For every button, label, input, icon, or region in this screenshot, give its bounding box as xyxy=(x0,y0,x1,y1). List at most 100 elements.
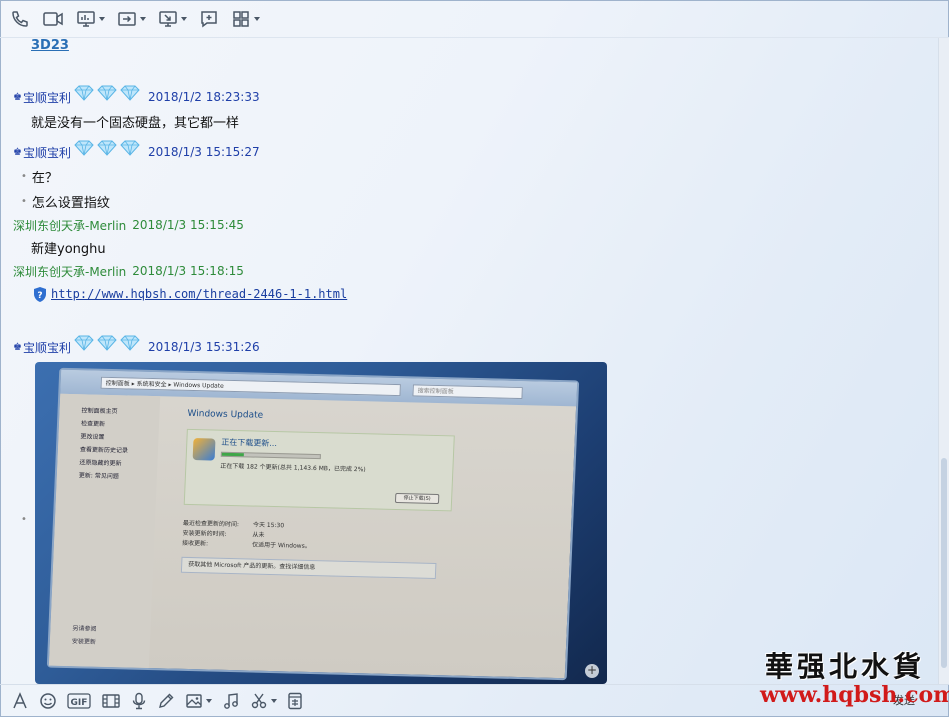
member-badge-icon: ♚ xyxy=(13,341,22,353)
svg-text:GIF: GIF xyxy=(71,698,88,708)
photo-main-pane: Windows Update 正在下载更新... 正在下载 182 个更新(总共… xyxy=(159,396,576,678)
message-header: 深圳东创天承-Merlin 2018/1/3 15:18:15 xyxy=(13,262,244,280)
vip-gems xyxy=(73,85,142,101)
progress-fill xyxy=(221,452,244,457)
send-file-button[interactable] xyxy=(117,6,146,32)
pen-icon xyxy=(159,693,174,708)
watermark-title: 華强北水貨 xyxy=(765,650,926,683)
message-time: 2018/1/3 15:31:26 xyxy=(147,340,260,354)
smiley-icon xyxy=(40,693,56,709)
top-toolbar xyxy=(0,0,949,38)
red-packet-icon xyxy=(288,692,302,710)
image-attachment[interactable]: 控制面板 ▸ 系统和安全 ▸ Windows Update 搜索控制面板 控制面… xyxy=(35,362,607,684)
voice-message-button[interactable] xyxy=(131,692,147,710)
vip-gems xyxy=(73,140,142,156)
font-button[interactable] xyxy=(11,692,29,710)
member-badge-icon: ♚ xyxy=(13,146,22,158)
message-header: ♚ 宝顺宝利 2018/1/2 18:23:33 xyxy=(13,85,260,106)
photo-download-panel: 正在下载更新... 正在下载 182 个更新(总共 1,143.6 MB，已完成… xyxy=(183,428,455,512)
zoom-in-icon[interactable]: + xyxy=(585,664,599,678)
message-link: ? http://www.hqbsh.com/thread-2446-1-1.h… xyxy=(32,284,347,304)
svg-text:?: ? xyxy=(37,291,42,301)
video-call-button[interactable] xyxy=(42,6,64,32)
message-header: ♚ 宝顺宝利 2018/1/3 15:15:27 xyxy=(13,140,260,161)
phone-icon xyxy=(12,10,28,27)
chevron-down-icon xyxy=(254,16,260,21)
watermark-url: www.hqbsh.com xyxy=(760,682,949,708)
message-time: 2018/1/2 18:23:33 xyxy=(147,90,260,104)
emoji-button[interactable] xyxy=(39,692,57,710)
sender-name[interactable]: 宝顺宝利 xyxy=(23,144,71,161)
diamond-icon xyxy=(74,140,94,156)
member-badge-icon: ♚ xyxy=(13,91,22,103)
chevron-down-icon xyxy=(140,16,146,21)
message-time: 2018/1/3 15:18:15 xyxy=(132,264,244,278)
send-image-button[interactable] xyxy=(185,692,212,710)
add-chat-icon xyxy=(201,10,217,27)
diamond-icon xyxy=(120,335,140,351)
chevron-down-icon xyxy=(271,699,277,703)
screenshot-button[interactable] xyxy=(250,692,277,710)
chat-history[interactable]: 3D23 ♚ 宝顺宝利 2018/1/2 18:23:33 就是没有一个固态硬盘… xyxy=(0,38,938,684)
font-icon xyxy=(13,692,27,709)
sender-name[interactable]: 宝顺宝利 xyxy=(23,89,71,106)
scissors-icon xyxy=(251,693,267,709)
diamond-icon xyxy=(97,140,117,156)
bullet-dot: • xyxy=(21,514,27,525)
music-note-icon xyxy=(224,693,238,709)
safe-link-shield-icon: ? xyxy=(34,286,46,302)
share-screen-button[interactable] xyxy=(158,6,187,32)
microphone-icon xyxy=(132,692,146,710)
sender-name[interactable]: 宝顺宝利 xyxy=(23,339,71,356)
photo-breadcrumb: 控制面板 ▸ 系统和安全 ▸ Windows Update xyxy=(100,376,401,397)
sender-name[interactable]: 深圳东创天承-Merlin xyxy=(13,217,126,234)
message-text: 新建yonghu xyxy=(31,241,106,257)
chevron-down-icon xyxy=(99,16,105,21)
doodle-button[interactable] xyxy=(157,692,175,710)
url-link[interactable]: http://www.hqbsh.com/thread-2446-1-1.htm… xyxy=(51,287,347,301)
gif-button[interactable]: GIF xyxy=(67,692,91,710)
gif-icon: GIF xyxy=(67,693,91,709)
bullet-dot: • xyxy=(21,195,27,207)
screen-share-icon xyxy=(159,10,177,27)
scrollbar-thumb[interactable] xyxy=(941,458,947,668)
new-discussion-button[interactable] xyxy=(199,6,219,32)
music-button[interactable] xyxy=(222,692,240,710)
truncated-link[interactable]: 3D23 xyxy=(31,38,69,53)
message-time: 2018/1/3 15:15:45 xyxy=(132,218,244,232)
photo-see-also: 另请参阅 安装更新 xyxy=(71,625,97,646)
sender-name[interactable]: 深圳东创天承-Merlin xyxy=(13,263,126,280)
photo-search-box: 搜索控制面板 xyxy=(412,384,523,400)
image-icon xyxy=(186,694,202,708)
diamond-icon xyxy=(97,85,117,101)
photo-progress-bar xyxy=(220,451,321,460)
vip-gems xyxy=(73,335,142,351)
monitor-icon xyxy=(77,10,95,27)
message-time: 2018/1/3 15:15:27 xyxy=(147,145,260,159)
chevron-down-icon xyxy=(181,16,187,21)
diamond-icon xyxy=(74,85,94,101)
red-packet-button[interactable] xyxy=(287,692,303,710)
message-text: 就是没有一个固态硬盘，其它都一样 xyxy=(31,115,240,131)
video-camera-icon xyxy=(43,11,63,26)
file-transfer-icon xyxy=(118,11,136,26)
diamond-icon xyxy=(120,140,140,156)
diamond-icon xyxy=(97,335,117,351)
video-message-button[interactable] xyxy=(101,692,121,710)
grid-icon xyxy=(233,10,249,27)
diamond-icon xyxy=(120,85,140,101)
remote-desktop-button[interactable] xyxy=(76,6,105,32)
bullet-dot: • xyxy=(21,170,27,182)
windows-update-icon xyxy=(192,438,216,461)
message-text: • 怎么设置指纹 xyxy=(21,195,110,211)
apps-button[interactable] xyxy=(231,6,260,32)
photo-sidebar: 控制面板主页 检查更新 更改设置 查看更新历史记录 还原隐藏的更新 更新: 常见… xyxy=(48,393,161,669)
message-text: • 在？ xyxy=(21,170,58,186)
message-header: ♚ 宝顺宝利 2018/1/3 15:31:26 xyxy=(13,335,260,356)
photo-windows-update-screen: 控制面板 ▸ 系统和安全 ▸ Windows Update 搜索控制面板 控制面… xyxy=(46,367,580,681)
chevron-down-icon xyxy=(206,699,212,703)
message-header: 深圳东创天承-Merlin 2018/1/3 15:15:45 xyxy=(13,216,244,234)
chat-scrollbar[interactable] xyxy=(938,38,949,684)
photo-update-info: 最近检查更新的时间: 今天 15:30 安装更新的时间: 从未 接收更新: 仅适用于 … xyxy=(181,519,311,550)
voice-call-button[interactable] xyxy=(10,6,30,32)
